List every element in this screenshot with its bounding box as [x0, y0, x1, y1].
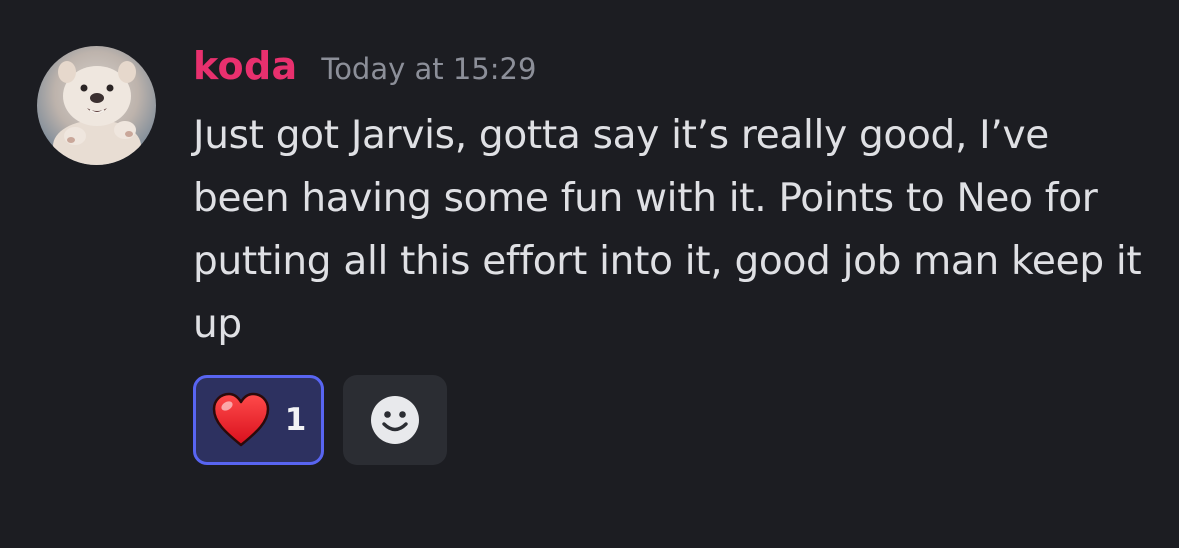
chat-message: koda Today at 15:29 Just got Jarvis, got…: [0, 0, 1179, 548]
puppy-avatar-image: [53, 61, 141, 165]
reactions-bar: 1: [193, 375, 447, 465]
avatar[interactable]: [37, 46, 156, 165]
add-reaction-button[interactable]: [343, 375, 447, 465]
reaction-heart[interactable]: 1: [193, 375, 324, 465]
heart-icon: [212, 392, 269, 447]
reaction-count: 1: [284, 402, 307, 438]
message-header: koda Today at 15:29: [193, 44, 536, 96]
username[interactable]: koda: [193, 44, 297, 88]
timestamp: Today at 15:29: [321, 52, 537, 86]
smiley-icon: [371, 396, 419, 444]
message-content: Just got Jarvis, gotta say it’s really g…: [193, 113, 1142, 347]
